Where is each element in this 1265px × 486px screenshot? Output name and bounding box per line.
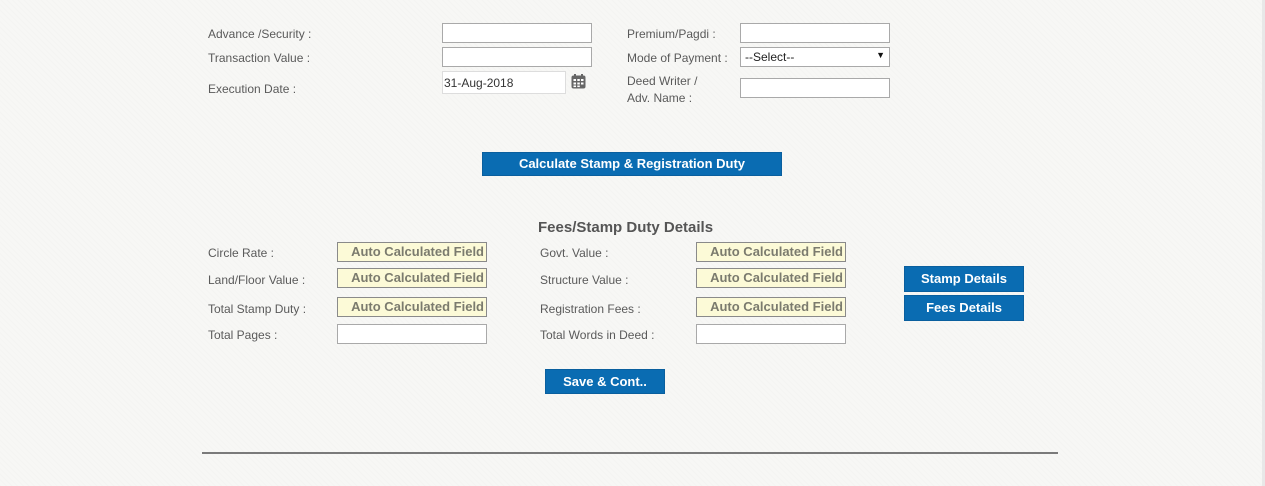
total-pages-label: Total Pages : [208,328,278,342]
chevron-down-icon: ▼ [876,50,885,60]
calendar-icon[interactable] [571,74,586,89]
govt-value-label: Govt. Value : [540,246,609,260]
execution-date-input[interactable] [442,71,566,94]
mode-of-payment-label: Mode of Payment : [627,51,728,65]
total-words-input[interactable] [696,324,846,344]
total-stamp-duty-label: Total Stamp Duty : [208,302,307,316]
deed-writer-label-line2: Adv. Name : [627,91,693,105]
transaction-value-label: Transaction Value : [208,51,311,65]
stamp-details-button[interactable]: Stamp Details [904,266,1024,292]
save-continue-button[interactable]: Save & Cont.. [545,369,665,394]
advance-security-label: Advance /Security : [208,27,312,41]
circle-rate-label: Circle Rate : [208,246,275,260]
circle-rate-field: Auto Calculated Field [337,242,487,262]
mode-of-payment-select[interactable]: --Select-- ▼ [740,47,890,67]
fees-details-button[interactable]: Fees Details [904,295,1024,321]
advance-security-input[interactable] [442,23,592,43]
transaction-value-input[interactable] [442,47,592,67]
deed-writer-label-line1: Deed Writer / [627,74,698,88]
footer-divider [202,452,1058,454]
registration-fees-field: Auto Calculated Field [696,297,846,317]
land-floor-value-label: Land/Floor Value : [208,273,306,287]
structure-value-label: Structure Value : [540,273,629,287]
calculate-duty-button[interactable]: Calculate Stamp & Registration Duty [482,152,782,176]
total-stamp-duty-field: Auto Calculated Field [337,297,487,317]
premium-pagdi-input[interactable] [740,23,890,43]
structure-value-field: Auto Calculated Field [696,268,846,288]
deed-writer-input[interactable] [740,78,890,98]
registration-fees-label: Registration Fees : [540,302,641,316]
fees-section-title: Fees/Stamp Duty Details [538,219,714,236]
total-words-label: Total Words in Deed : [540,328,655,342]
mode-of-payment-selected: --Select-- [745,50,795,64]
execution-date-label: Execution Date : [208,82,297,96]
premium-pagdi-label: Premium/Pagdi : [627,27,716,41]
govt-value-field: Auto Calculated Field [696,242,846,262]
land-floor-value-field: Auto Calculated Field [337,268,487,288]
total-pages-input[interactable] [337,324,487,344]
